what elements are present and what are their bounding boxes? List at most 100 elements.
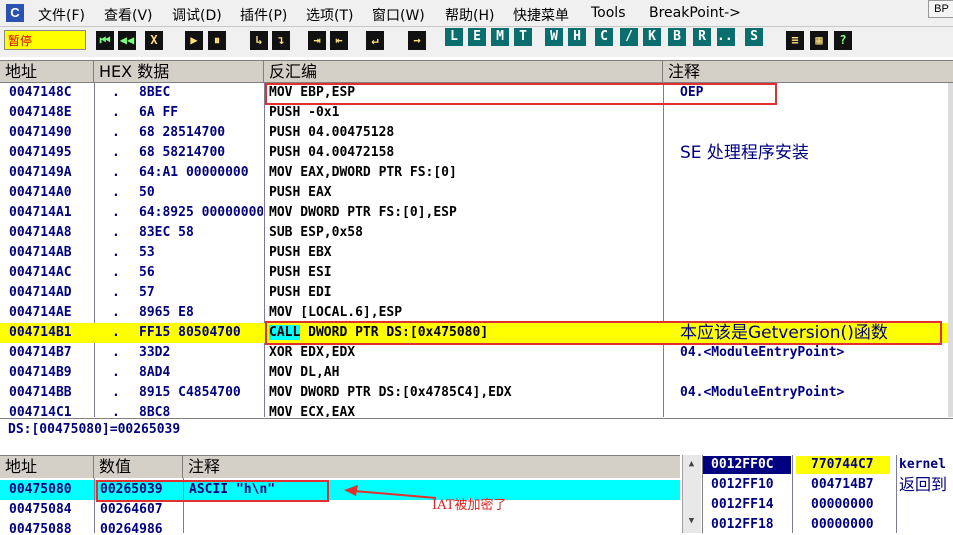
trace-into-icon[interactable]: ⇥ (308, 31, 326, 50)
dump-row[interactable]: 00475088 00264986 (0, 520, 680, 533)
menu-plugins[interactable]: 插件(P) (240, 5, 287, 25)
disasm-row[interactable]: 004714C1. 8BC8 MOV ECX,EAX (0, 403, 948, 417)
row-hex: 6A FF (139, 105, 179, 120)
stack-address: 0012FF0C (703, 456, 791, 474)
dump-header-value[interactable]: 数值 (94, 456, 183, 478)
cpu-window-button[interactable]: C (595, 28, 613, 46)
bp-corner-button[interactable]: BP (928, 0, 953, 18)
step-into-icon[interactable]: ↳ (250, 31, 268, 50)
dump-scrollbar[interactable]: ▲ ▼ (682, 455, 701, 533)
row-address: 004714A8 (9, 225, 72, 240)
handles-window-button[interactable]: H (568, 28, 586, 46)
row-hex: 57 (139, 285, 155, 300)
header-hex-data[interactable]: HEX 数据 (94, 61, 264, 82)
stack-row[interactable]: 0012FF18 00000000 (703, 515, 953, 535)
rewind-icon[interactable]: ◀◀ (118, 31, 136, 50)
disasm-row[interactable]: 004714A1. 64:8925 00000000 MOV DWORD PTR F… (0, 203, 948, 223)
windows-window-button[interactable]: W (545, 28, 563, 46)
row-hex: 53 (139, 245, 155, 260)
dump-address: 00475088 (9, 522, 72, 533)
info-pane: DS:[00475080]=00265039 (0, 418, 953, 455)
execute-till-return-icon[interactable]: ↵ (366, 31, 384, 50)
threads-window-button[interactable]: T (514, 28, 532, 46)
stack-row[interactable]: 0012FF10 004714B7 返回到 (703, 475, 953, 495)
disasm-row[interactable]: 004714AB. 53 PUSH EBX (0, 243, 948, 263)
menu-debug[interactable]: 调试(D) (172, 5, 222, 25)
row-marker: . (112, 105, 120, 120)
stack-comment: kernel (899, 457, 946, 472)
disasm-row[interactable]: 004714AE. 8965 E8 MOV [LOCAL.6],ESP (0, 303, 948, 323)
disasm-row[interactable]: 0047148E. 6A FF PUSH -0x1 (0, 103, 948, 123)
callstack-window-button[interactable]: K (643, 28, 661, 46)
row-disassembly: PUSH EDI (269, 284, 661, 302)
stack-pane[interactable]: 0012FF0C 770744C7 kernel 0012FF10 004714B7 返回… (702, 455, 953, 533)
row-operands: PUSH EAX (269, 185, 332, 200)
disasm-row[interactable]: 00471495. 68 58214700 PUSH 04.00472158 SE 处… (0, 143, 948, 163)
stack-row[interactable]: 0012FF0C 770744C7 kernel (703, 455, 953, 475)
grid-icon[interactable]: ▦ (810, 31, 828, 50)
disasm-row[interactable]: 004714A0. 50 PUSH EAX (0, 183, 948, 203)
menu-tools[interactable]: Tools (591, 5, 626, 21)
dump-address: 00475080 (9, 482, 72, 497)
patches-window-button[interactable]: / (620, 28, 638, 46)
log-window-button[interactable]: L (445, 28, 463, 46)
row-comment: SE 处理程序安装 (680, 143, 809, 163)
disasm-row[interactable]: 004714B7. 33D2 XOR EDX,EDX 04.<ModuleEntryP… (0, 343, 948, 363)
disasm-row[interactable]: 004714BB. 8915 C4854700 MOV DWORD PTR DS:[… (0, 383, 948, 403)
row-disassembly: MOV ECX,EAX (269, 404, 661, 417)
row-hex: 64:A1 00000000 (139, 165, 249, 180)
row-disassembly: PUSH ESI (269, 264, 661, 282)
list-icon[interactable]: ≡ (786, 31, 804, 50)
dump-header-address[interactable]: 地址 (0, 456, 94, 478)
disasm-row[interactable]: 004714AD. 57 PUSH EDI (0, 283, 948, 303)
menu-window[interactable]: 窗口(W) (372, 5, 425, 25)
header-disassembly[interactable]: 反汇编 (264, 61, 663, 82)
goto-icon[interactable]: → (408, 31, 426, 50)
restart-icon[interactable]: ⏮ (96, 31, 114, 50)
stack-address: 0012FF18 (711, 517, 774, 532)
row-operands: MOV DWORD PTR DS:[0x4785C4],EDX (269, 385, 512, 400)
scroll-down-icon[interactable]: ▼ (685, 515, 698, 528)
cpu-scrollbar[interactable] (948, 83, 953, 417)
annotation-box-iat (96, 480, 329, 502)
menu-shortcut[interactable]: 快捷菜单 (513, 5, 569, 25)
stack-row[interactable]: 0012FF14 00000000 (703, 495, 953, 515)
run-icon[interactable]: ▶ (185, 31, 203, 50)
row-operands: PUSH EDI (269, 285, 332, 300)
run-trace-window-button[interactable]: ... (717, 28, 740, 46)
row-disassembly: PUSH 04.00472158 (269, 144, 661, 162)
disasm-row[interactable]: 00471490. 68 28514700 PUSH 04.00475128 (0, 123, 948, 143)
row-operands: MOV EAX,DWORD PTR FS:[0] (269, 165, 457, 180)
breakpoints-window-button[interactable]: B (668, 28, 686, 46)
row-address: 004714BB (9, 385, 72, 400)
menu-options[interactable]: 选项(T) (306, 5, 353, 25)
row-hex: 50 (139, 185, 155, 200)
header-address[interactable]: 地址 (0, 61, 94, 82)
row-marker: . (112, 185, 120, 200)
row-hex: 64:8925 00000000 (139, 205, 263, 220)
dump-header-comment[interactable]: 注释 (183, 456, 680, 478)
close-icon[interactable]: X (145, 31, 163, 50)
modules-window-button[interactable]: E (468, 28, 486, 46)
row-hex: 83EC 58 (139, 225, 194, 240)
help-icon[interactable]: ? (834, 31, 852, 50)
step-over-icon[interactable]: ↴ (272, 31, 290, 50)
cpu-disassembly-pane[interactable]: 0047148C. 8BEC MOV EBP,ESP OEP 0047148E. 6A F… (0, 83, 948, 417)
references-window-button[interactable]: R (693, 28, 711, 46)
menu-view[interactable]: 查看(V) (104, 5, 153, 25)
scroll-up-icon[interactable]: ▲ (685, 458, 698, 471)
trace-over-icon[interactable]: ⇤ (330, 31, 348, 50)
disasm-row[interactable]: 004714A8. 83EC 58 SUB ESP,0x58 (0, 223, 948, 243)
memory-window-button[interactable]: M (491, 28, 509, 46)
menu-breakpoint[interactable]: BreakPoint-> (649, 5, 741, 21)
source-window-button[interactable]: S (745, 28, 763, 46)
disasm-row[interactable]: 004714AC. 56 PUSH ESI (0, 263, 948, 283)
disasm-row[interactable]: 0047149A. 64:A1 00000000 MOV EAX,DWORD PTR… (0, 163, 948, 183)
app-icon[interactable]: C (6, 4, 24, 22)
row-marker: . (112, 405, 120, 417)
header-comment[interactable]: 注释 (663, 61, 953, 82)
disasm-row[interactable]: 004714B9. 8AD4 MOV DL,AH (0, 363, 948, 383)
pause-icon[interactable]: ⏸ (208, 31, 226, 50)
menu-file[interactable]: 文件(F) (38, 5, 85, 25)
menu-help[interactable]: 帮助(H) (445, 5, 494, 25)
